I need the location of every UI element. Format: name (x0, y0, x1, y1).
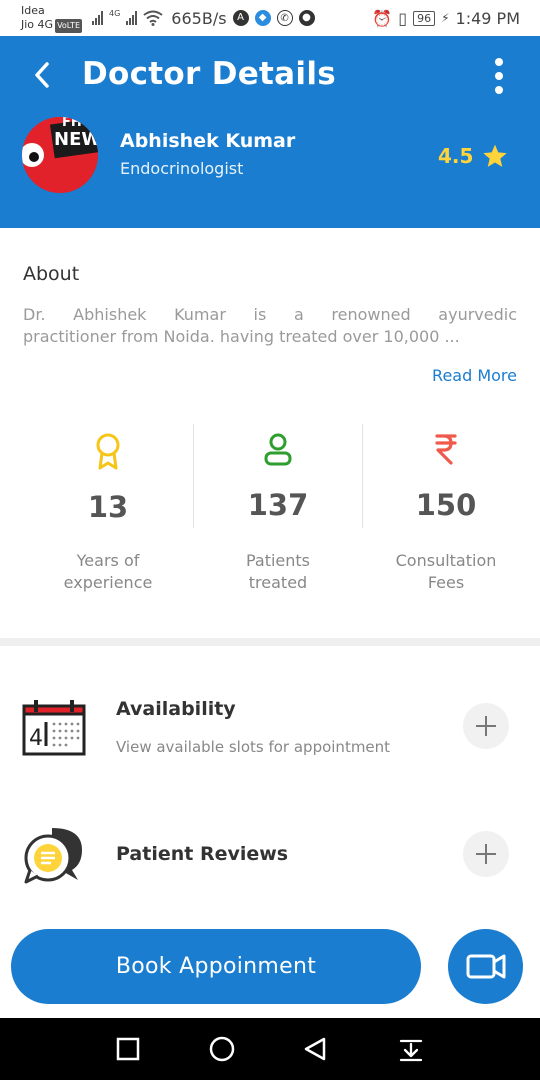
calendar-icon: 4 (22, 700, 86, 756)
stat-patients: 137 Patients treated (194, 424, 362, 604)
signal-icon (92, 11, 103, 25)
read-more-link[interactable]: Read More (432, 366, 517, 385)
recents-square-icon[interactable] (115, 1036, 141, 1062)
status-left-icons: 4G 665B/s A ◆ ✆ ● (92, 8, 315, 28)
award-icon (96, 433, 120, 470)
doctor-avatar: FH NEW (22, 117, 98, 193)
more-options-icon[interactable] (493, 58, 505, 98)
video-camera-icon (466, 954, 506, 979)
notif-shield-icon: ◆ (254, 10, 271, 26)
avatar-text-bottom: NEW (54, 129, 98, 150)
vibrate-icon: ▯ (398, 8, 408, 28)
stat-value: 137 (247, 488, 309, 522)
about-line-1: Dr. Abhishek Kumar is a renowned ayurved… (23, 305, 517, 324)
net-type: 4G (109, 9, 121, 18)
system-nav-bar (0, 1018, 540, 1080)
section-divider (0, 638, 540, 646)
network-speed: 665B/s (171, 8, 227, 28)
carrier-info: Idea Jio 4G VoLTE (21, 4, 83, 33)
alarm-icon: ⏰ (372, 8, 393, 28)
doctor-name: Abhishek Kumar (120, 130, 296, 152)
stat-label: Consultation (395, 551, 497, 570)
github-icon: ● (298, 10, 315, 26)
charging-icon: ⚡ (441, 11, 450, 25)
stat-value: 13 (87, 490, 129, 524)
battery-level: 96 (413, 10, 436, 26)
doctor-specialty: Endocrinologist (120, 159, 244, 178)
rupee-icon (435, 434, 457, 465)
stat-value: 150 (415, 488, 477, 522)
stat-label: treated (248, 573, 308, 592)
stat-label: Fees (427, 573, 465, 592)
about-text: Dr. Abhishek Kumar is a renowned ayurved… (23, 304, 517, 348)
carrier-1: Idea (21, 4, 45, 17)
notif-a-icon: A (232, 10, 249, 26)
availability-title: Availability (116, 698, 236, 720)
stat-label: Patients (245, 551, 311, 570)
rating-value: 4.5 (438, 144, 474, 168)
volte-badge: VoLTE (55, 19, 83, 33)
about-heading: About (23, 263, 80, 285)
stat-label: Years of (76, 551, 140, 570)
status-bar: Idea Jio 4G VoLTE 4G 665B/s A ◆ ✆ ● ⏰ ▯ 9… (0, 0, 540, 36)
stat-label: experience (63, 573, 153, 592)
wifi-icon (143, 10, 163, 26)
expand-availability-button[interactable] (463, 703, 509, 749)
back-arrow-icon[interactable] (30, 58, 54, 92)
expand-reviews-button[interactable] (463, 831, 509, 877)
reviews-chat-icon (24, 828, 82, 884)
star-icon (483, 144, 507, 167)
about-line-2: practitioner from Noida. having treated … (23, 327, 460, 346)
whatsapp-icon: ✆ (276, 10, 293, 26)
back-triangle-icon[interactable] (302, 1036, 328, 1062)
page-title: Doctor Details (82, 56, 337, 92)
availability-subtitle: View available slots for appointment (116, 738, 391, 756)
user-icon (264, 433, 292, 466)
stats-row: 13 Years of experience 137 Patients treate… (24, 424, 530, 604)
reviews-title: Patient Reviews (116, 843, 289, 865)
status-right-icons: ⏰ ▯ 96 ⚡ 1:49 PM (372, 8, 520, 28)
doctor-header: Doctor Details FH NEW Abhishek Kumar End… (0, 36, 540, 228)
home-circle-icon[interactable] (209, 1036, 235, 1062)
video-call-button[interactable] (448, 929, 523, 1004)
signal-icon-2 (126, 11, 138, 25)
clock: 1:49 PM (455, 8, 520, 28)
notification-pull-icon[interactable] (398, 1036, 424, 1062)
stat-fees: 150 Consultation Fees (362, 424, 530, 604)
calendar-day: 4 (29, 726, 43, 751)
carrier-2: Jio 4G (21, 18, 54, 31)
stat-experience: 13 Years of experience (24, 424, 192, 604)
book-appointment-button[interactable]: Book Appoinment (11, 929, 421, 1004)
